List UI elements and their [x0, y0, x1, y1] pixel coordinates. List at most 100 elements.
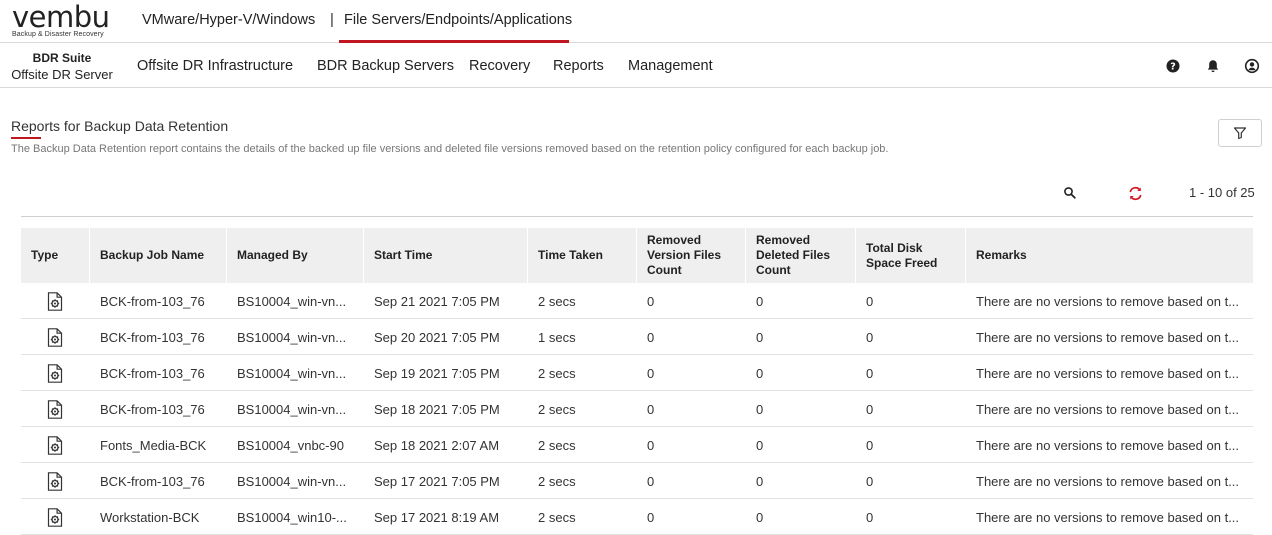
column-header-removed-deleted-files-count[interactable]: Removed Deleted Files Count	[746, 228, 856, 283]
cell-remarks: There are no versions to remove based on…	[976, 437, 1240, 453]
cell-removed-deleted-files-count: 0	[756, 365, 764, 381]
cell-managed-by: BS10004_vnbc-90	[237, 437, 344, 453]
filter-icon	[1233, 127, 1247, 140]
nav-reports[interactable]: Reports	[553, 58, 604, 74]
column-header-removed-version-files-count[interactable]: Removed Version Files Count	[637, 228, 746, 283]
cell-start-time: Sep 17 2021 8:19 AM	[374, 509, 500, 525]
top-bar: vembu Backup & Disaster Recovery VMware/…	[0, 0, 1272, 43]
cell-removed-deleted-files-count: 0	[756, 401, 764, 417]
file-backup-icon	[47, 327, 63, 347]
cell-total-disk-space-freed: 0	[866, 473, 874, 489]
column-header-remarks[interactable]: Remarks	[966, 228, 1253, 283]
toolbar-divider	[21, 216, 1253, 217]
cell-removed-deleted-files-count: 0	[756, 509, 764, 525]
cell-removed-version-files-count: 0	[647, 509, 655, 525]
file-backup-icon	[47, 399, 63, 419]
file-backup-icon	[47, 291, 63, 311]
brand-title: BDR Suite	[32, 51, 92, 65]
help-icon[interactable]: ?	[1165, 58, 1181, 74]
cell-remarks: There are no versions to remove based on…	[976, 509, 1240, 525]
type-cell	[37, 427, 77, 463]
type-cell	[37, 463, 77, 499]
filter-button[interactable]	[1218, 119, 1262, 147]
search-icon[interactable]	[1063, 186, 1077, 200]
table-row[interactable]: BCK-from-103_76 BS10004_win-vn... Sep 20…	[21, 319, 1253, 355]
cell-start-time: Sep 20 2021 7:05 PM	[374, 329, 500, 345]
tab-vmware-hyperv-windows[interactable]: VMware/Hyper-V/Windows	[142, 12, 315, 28]
cell-remarks: There are no versions to remove based on…	[976, 401, 1240, 417]
column-header-managed-by[interactable]: Managed By	[227, 228, 364, 283]
cell-removed-version-files-count: 0	[647, 293, 655, 309]
file-backup-icon	[47, 435, 63, 455]
cell-time-taken: 2 secs	[538, 473, 576, 489]
nav-bdr-backup-servers[interactable]: BDR Backup Servers	[317, 58, 454, 74]
bell-icon[interactable]	[1205, 58, 1221, 74]
table-row[interactable]: Workstation-BCK BS10004_win10-... Sep 17…	[21, 499, 1253, 535]
file-backup-icon	[47, 363, 63, 383]
cell-total-disk-space-freed: 0	[866, 437, 874, 453]
column-header-type[interactable]: Type	[21, 228, 90, 283]
nav-offsite-dr-infrastructure[interactable]: Offsite DR Infrastructure	[137, 58, 293, 74]
page-description: The Backup Data Retention report contain…	[11, 143, 889, 155]
cell-start-time: Sep 19 2021 7:05 PM	[374, 365, 500, 381]
cell-total-disk-space-freed: 0	[866, 509, 874, 525]
type-cell	[37, 355, 77, 391]
type-cell	[37, 391, 77, 427]
cell-remarks: There are no versions to remove based on…	[976, 473, 1240, 489]
cell-removed-version-files-count: 0	[647, 329, 655, 345]
tab-file-servers-endpoints-applications[interactable]: File Servers/Endpoints/Applications	[344, 12, 572, 28]
cell-removed-deleted-files-count: 0	[756, 473, 764, 489]
cell-remarks: There are no versions to remove based on…	[976, 293, 1240, 309]
tab-separator: |	[330, 11, 334, 28]
cell-start-time: Sep 18 2021 2:07 AM	[374, 437, 500, 453]
nav-management[interactable]: Management	[628, 58, 713, 74]
table-row[interactable]: BCK-from-103_76 BS10004_win-vn... Sep 18…	[21, 391, 1253, 427]
cell-managed-by: BS10004_win10-...	[237, 509, 347, 525]
brand-block: BDR Suite Offsite DR Server	[10, 51, 114, 82]
table-row[interactable]: BCK-from-103_76 BS10004_win-vn... Sep 21…	[21, 283, 1253, 319]
column-header-time-taken[interactable]: Time Taken	[528, 228, 637, 283]
table-row[interactable]: BCK-from-103_76 BS10004_win-vn... Sep 19…	[21, 355, 1253, 391]
cell-time-taken: 2 secs	[538, 365, 576, 381]
column-header-total-disk-space-freed[interactable]: Total Disk Space Freed	[856, 228, 966, 283]
cell-time-taken: 2 secs	[538, 509, 576, 525]
page-title: Reports for Backup Data Retention	[11, 118, 229, 134]
file-backup-icon	[47, 471, 63, 491]
cell-removed-deleted-files-count: 0	[756, 437, 764, 453]
cell-remarks: There are no versions to remove based on…	[976, 329, 1240, 345]
cell-managed-by: BS10004_win-vn...	[237, 365, 347, 381]
cell-managed-by: BS10004_win-vn...	[237, 329, 347, 345]
cell-total-disk-space-freed: 0	[866, 293, 874, 309]
cell-time-taken: 2 secs	[538, 401, 576, 417]
cell-backup-job-name: BCK-from-103_76	[100, 401, 205, 417]
cell-managed-by: BS10004_win-vn...	[237, 473, 347, 489]
cell-start-time: Sep 18 2021 7:05 PM	[374, 401, 500, 417]
brand-subtitle: Offsite DR Server	[11, 67, 113, 82]
cell-removed-version-files-count: 0	[647, 437, 655, 453]
column-header-backup-job-name[interactable]: Backup Job Name	[90, 228, 227, 283]
logo-word: vembu	[12, 0, 110, 34]
table-body: BCK-from-103_76 BS10004_win-vn... Sep 21…	[21, 283, 1253, 535]
svg-text:?: ?	[1170, 62, 1176, 73]
refresh-icon[interactable]	[1127, 185, 1144, 202]
cell-backup-job-name: Fonts_Media-BCK	[100, 437, 207, 453]
cell-start-time: Sep 17 2021 7:05 PM	[374, 473, 500, 489]
cell-time-taken: 2 secs	[538, 293, 576, 309]
type-cell	[37, 499, 77, 535]
cell-managed-by: BS10004_win-vn...	[237, 293, 347, 309]
cell-start-time: Sep 21 2021 7:05 PM	[374, 293, 500, 309]
file-backup-icon	[47, 507, 63, 527]
user-icon[interactable]	[1244, 58, 1260, 74]
table-row[interactable]: BCK-from-103_76 BS10004_win-vn... Sep 17…	[21, 463, 1253, 499]
cell-total-disk-space-freed: 0	[866, 365, 874, 381]
cell-time-taken: 1 secs	[538, 329, 576, 345]
vembu-logo[interactable]: vembu Backup & Disaster Recovery	[12, 3, 112, 39]
retention-report-table: Type Backup Job Name Managed By Start Ti…	[21, 228, 1253, 535]
cell-backup-job-name: BCK-from-103_76	[100, 293, 205, 309]
cell-removed-version-files-count: 0	[647, 401, 655, 417]
nav-recovery[interactable]: Recovery	[469, 58, 530, 74]
cell-backup-job-name: BCK-from-103_76	[100, 365, 205, 381]
table-row[interactable]: Fonts_Media-BCK BS10004_vnbc-90 Sep 18 2…	[21, 427, 1253, 463]
column-header-start-time[interactable]: Start Time	[364, 228, 528, 283]
cell-total-disk-space-freed: 0	[866, 401, 874, 417]
